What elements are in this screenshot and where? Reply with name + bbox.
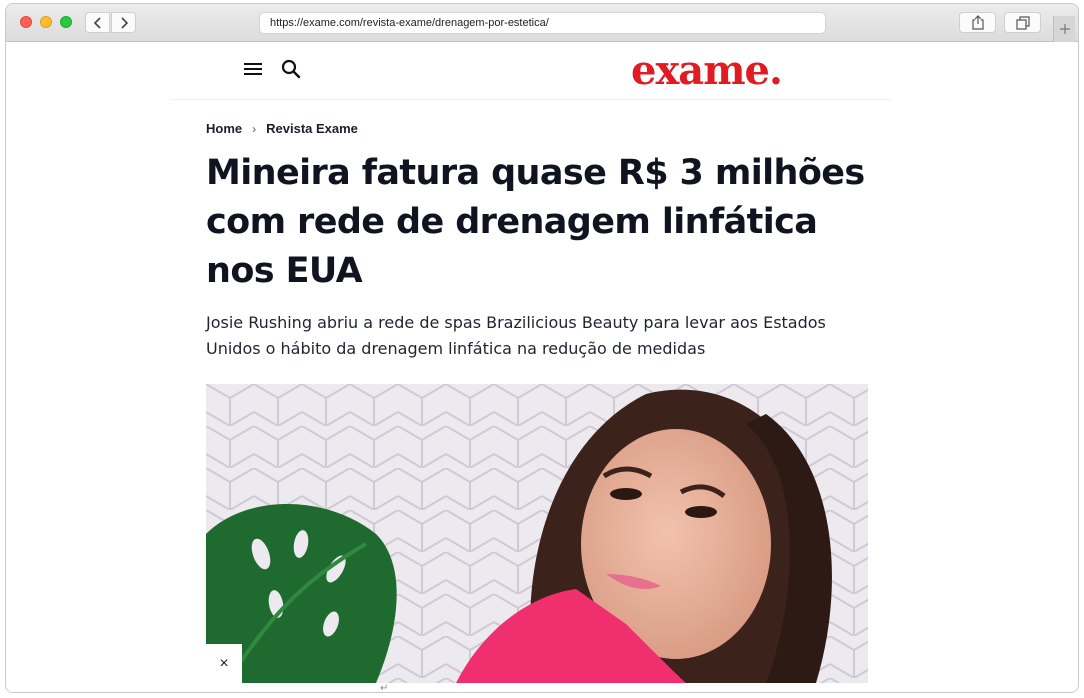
breadcrumb-section-link[interactable]: Revista Exame — [266, 121, 358, 136]
share-button[interactable] — [959, 12, 996, 33]
article-subtitle: Josie Rushing abriu a rede de spas Brazi… — [206, 313, 826, 358]
new-tab-button[interactable] — [1053, 16, 1075, 42]
exame-logo[interactable]: exame. — [631, 48, 783, 94]
tabs-icon — [1015, 15, 1030, 30]
minimize-window-button[interactable] — [40, 16, 52, 28]
browser-toolbar: https://exame.com/revista-exame/drenagem… — [6, 4, 1078, 42]
forward-button[interactable] — [111, 12, 136, 33]
breadcrumb-home-link[interactable]: Home — [206, 121, 242, 136]
share-icon — [971, 15, 984, 30]
article-hero-image — [206, 384, 868, 683]
breadcrumb: Home › Revista Exame — [206, 121, 358, 136]
article-title: Mineira fatura quase R$ 3 milhões com re… — [206, 153, 865, 291]
show-tabs-button[interactable] — [1004, 12, 1041, 33]
close-window-button[interactable] — [20, 16, 32, 28]
chevron-right-icon — [120, 16, 128, 29]
scroll-hint: ↵ — [380, 683, 389, 693]
page-viewport: exame. Home › Revista Exame Mineira fatu… — [6, 43, 1078, 693]
maximize-window-button[interactable] — [60, 16, 72, 28]
back-button[interactable] — [85, 12, 110, 33]
browser-window: https://exame.com/revista-exame/drenagem… — [5, 3, 1079, 693]
plus-icon — [1059, 24, 1070, 34]
hamburger-menu-icon[interactable] — [243, 60, 263, 78]
address-bar[interactable]: https://exame.com/revista-exame/drenagem… — [259, 12, 826, 34]
chevron-left-icon — [93, 16, 101, 29]
chevron-right-icon: › — [252, 121, 257, 136]
search-icon[interactable] — [280, 58, 302, 80]
site-header: exame. — [171, 43, 891, 100]
close-overlay-button[interactable]: × — [206, 644, 242, 684]
